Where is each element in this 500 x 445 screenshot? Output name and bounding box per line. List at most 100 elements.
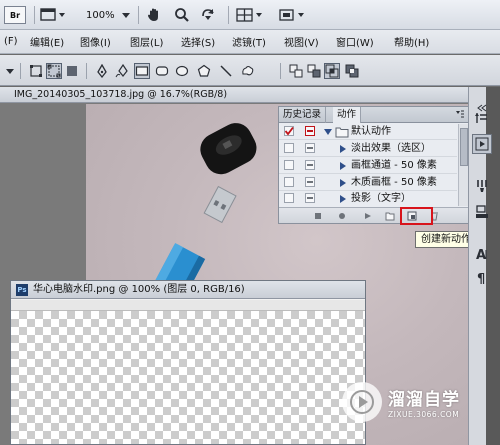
dialog-toggle[interactable] bbox=[305, 143, 315, 153]
collapse-triangle-icon[interactable] bbox=[339, 194, 347, 204]
exclude-shape-icon bbox=[345, 64, 359, 78]
action-label: 投影（文字） bbox=[351, 193, 411, 204]
panel-menu-icon bbox=[456, 110, 464, 118]
toggle-checkbox[interactable] bbox=[284, 126, 294, 136]
action-row[interactable]: 木质画框 - 50 像素 bbox=[279, 175, 457, 191]
add-to-shape-button[interactable] bbox=[288, 63, 304, 79]
menu-image[interactable]: 图像(I) bbox=[80, 34, 111, 49]
scroll-thumb[interactable] bbox=[460, 128, 468, 166]
document-tab[interactable]: IMG_20140305_103718.jpg @ 16.7%(RGB/8) bbox=[0, 87, 470, 103]
panel-menu-button[interactable] bbox=[455, 109, 465, 119]
tooltip-text: 创建新动作 bbox=[421, 234, 471, 245]
collapse-triangle-icon[interactable] bbox=[339, 178, 347, 188]
dock-actions-button[interactable] bbox=[472, 134, 492, 154]
svg-text:A: A bbox=[476, 248, 486, 262]
custom-shape-button[interactable] bbox=[240, 63, 256, 79]
collapse-triangle-icon[interactable] bbox=[339, 161, 347, 171]
zoom-level-dropdown[interactable]: 100% bbox=[86, 6, 131, 24]
toggle-checkbox[interactable] bbox=[284, 177, 294, 187]
menu-layer[interactable]: 图层(L) bbox=[130, 34, 163, 49]
menu-view[interactable]: 视图(V) bbox=[284, 34, 319, 49]
stop-icon bbox=[315, 213, 321, 219]
tab-history[interactable]: 历史记录 bbox=[279, 107, 327, 123]
action-row[interactable]: 投影（文字） bbox=[279, 191, 457, 207]
menu-window[interactable]: 窗口(W) bbox=[336, 34, 374, 49]
site-watermark: 溜溜自学 ZIXUE.3066.COM bbox=[342, 372, 480, 432]
menu-select[interactable]: 选择(S) bbox=[181, 34, 215, 49]
divider bbox=[20, 63, 21, 79]
application-bar: Br 100% bbox=[0, 0, 500, 30]
toggle-checkbox[interactable] bbox=[284, 143, 294, 153]
dock-history-button[interactable] bbox=[472, 108, 492, 128]
record-button[interactable] bbox=[337, 211, 347, 221]
zoom-tool-button[interactable] bbox=[174, 6, 190, 24]
divider bbox=[34, 6, 35, 24]
collapse-triangle-icon[interactable] bbox=[339, 144, 347, 154]
subtract-shape-button[interactable] bbox=[306, 63, 322, 79]
bridge-label: Br bbox=[9, 10, 21, 20]
arrange-documents-button[interactable] bbox=[236, 6, 264, 24]
freeform-pen-button[interactable] bbox=[114, 63, 130, 79]
arrange-documents-icon bbox=[236, 8, 262, 22]
brush-icon bbox=[477, 180, 487, 192]
transparent-canvas[interactable] bbox=[11, 311, 365, 444]
dialog-icon bbox=[307, 147, 313, 149]
toggle-checkbox[interactable] bbox=[284, 160, 294, 170]
paths-button[interactable] bbox=[46, 63, 62, 79]
screen-mode-button[interactable] bbox=[40, 6, 66, 24]
watermark-logo bbox=[342, 382, 382, 422]
action-set-row[interactable]: 默认动作 bbox=[279, 124, 457, 140]
line-icon bbox=[220, 65, 232, 77]
bridge-button[interactable]: Br bbox=[4, 6, 26, 24]
line-tool-button[interactable] bbox=[218, 63, 234, 79]
dialog-toggle[interactable] bbox=[305, 126, 315, 136]
dock-brush-button[interactable] bbox=[472, 176, 492, 196]
expand-triangle-icon[interactable] bbox=[323, 128, 333, 136]
dialog-icon bbox=[307, 164, 313, 166]
tab-actions[interactable]: 动作 bbox=[333, 107, 362, 123]
action-label: 默认动作 bbox=[351, 126, 391, 137]
actions-panel: 历史记录 动作 默认动作 淡出效果（选区） 画框通道 - 50 像素 木质画框 … bbox=[278, 106, 470, 224]
shape-layers-button[interactable] bbox=[28, 63, 44, 79]
stop-button[interactable] bbox=[313, 211, 323, 221]
dock-clone-button[interactable] bbox=[472, 202, 492, 222]
watermark-title: 溜溜自学 bbox=[388, 390, 460, 410]
exclude-shape-button[interactable] bbox=[344, 63, 360, 79]
action-row[interactable]: 淡出效果（选区） bbox=[279, 141, 457, 157]
dialog-toggle[interactable] bbox=[305, 177, 315, 187]
toggle-checkbox[interactable] bbox=[284, 193, 294, 203]
menu-file[interactable]: (F) bbox=[4, 36, 18, 47]
rotate-view-icon bbox=[202, 9, 214, 20]
options-bar bbox=[0, 55, 500, 86]
document-tab[interactable]: Ps 华心电脑水印.png @ 100% (图层 0, RGB/16) bbox=[11, 281, 365, 299]
action-label: 淡出效果（选区） bbox=[351, 143, 431, 154]
play-button[interactable] bbox=[363, 211, 373, 221]
dock-paragraph-button[interactable]: ¶ bbox=[472, 268, 492, 288]
polygon-tool-button[interactable] bbox=[196, 63, 212, 79]
hand-tool-button[interactable] bbox=[146, 6, 162, 24]
shape-layers-icon bbox=[30, 65, 42, 77]
dock-character-button[interactable]: A bbox=[472, 244, 492, 264]
menu-help[interactable]: 帮助(H) bbox=[394, 34, 429, 49]
intersect-shape-button[interactable] bbox=[324, 63, 340, 79]
hand-icon bbox=[148, 8, 158, 21]
photoshop-icon: Ps bbox=[16, 284, 28, 296]
rectangle-tool-button[interactable] bbox=[134, 63, 150, 79]
action-label: 木质画框 - 50 像素 bbox=[351, 177, 437, 188]
ellipse-tool-button[interactable] bbox=[174, 63, 190, 79]
menu-filter[interactable]: 滤镜(T) bbox=[232, 34, 266, 49]
action-row[interactable]: 画框通道 - 50 像素 bbox=[279, 158, 457, 174]
rounded-rectangle-icon bbox=[155, 66, 169, 76]
pen-tool-button[interactable] bbox=[94, 63, 110, 79]
tool-preset-picker[interactable] bbox=[2, 63, 18, 79]
fill-pixels-button[interactable] bbox=[64, 63, 80, 79]
highlight-box bbox=[400, 207, 433, 225]
rotate-view-button[interactable] bbox=[200, 6, 216, 24]
menu-edit[interactable]: 编辑(E) bbox=[30, 34, 64, 49]
dialog-toggle[interactable] bbox=[305, 193, 315, 203]
magnifier-icon bbox=[175, 8, 189, 22]
rounded-rectangle-button[interactable] bbox=[154, 63, 170, 79]
new-set-button[interactable] bbox=[385, 211, 395, 221]
screen-layout-button[interactable] bbox=[278, 6, 306, 24]
dialog-toggle[interactable] bbox=[305, 160, 315, 170]
